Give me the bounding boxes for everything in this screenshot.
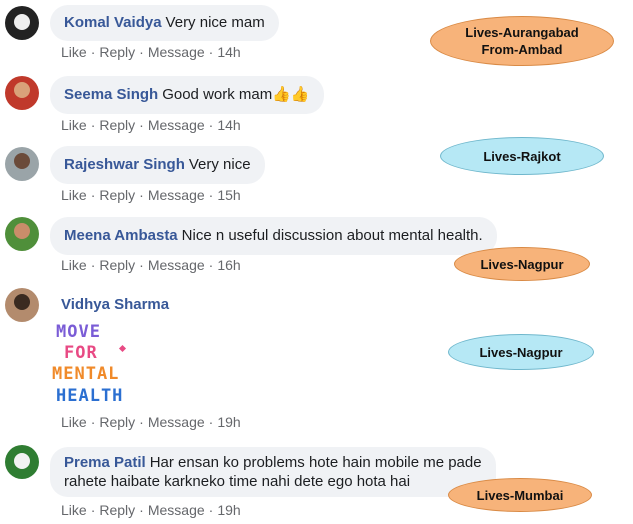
separator: ·	[90, 117, 96, 133]
message-link[interactable]: Message	[148, 187, 205, 203]
comment-text-line-1: Har ensan ko problems hote hain mobile m…	[149, 454, 482, 471]
avatar-meena-ambasta[interactable]	[5, 217, 39, 251]
like-link[interactable]: Like	[61, 187, 87, 203]
message-link[interactable]: Message	[148, 502, 205, 518]
separator: ·	[139, 187, 144, 203]
commenter-name[interactable]: Meena Ambasta	[64, 227, 178, 244]
reply-link[interactable]: Reply	[99, 117, 135, 133]
comment-bubble: Meena Ambasta Nice n useful discussion ab…	[50, 217, 497, 255]
comment-text: Very nice	[188, 156, 251, 173]
separator: ·	[90, 44, 96, 60]
timestamp[interactable]: 14h	[217, 117, 240, 133]
like-link[interactable]: Like	[61, 44, 87, 60]
message-link[interactable]: Message	[148, 44, 205, 60]
comment-bubble: Komal Vaidya Very nice mam	[50, 5, 279, 41]
commenter-name[interactable]: Rajeshwar Singh	[64, 156, 185, 173]
annotation-line-2: From-Ambad	[481, 42, 563, 57]
annotation-text: Lives-Rajkot	[483, 148, 561, 164]
comment-actions: Like · Reply · Message · 14h	[61, 117, 241, 133]
reply-link[interactable]: Reply	[99, 187, 135, 203]
timestamp[interactable]: 19h	[217, 502, 240, 518]
avatar-seema-singh[interactable]	[5, 76, 39, 110]
avatar-rajeshwar-singh[interactable]	[5, 147, 39, 181]
location-annotation-nagpur-2: Lives-Nagpur	[448, 334, 594, 370]
sparkle-icon	[118, 344, 127, 353]
location-annotation-rajkot: Lives-Rajkot	[440, 137, 604, 175]
comment-actions: Like · Reply · Message · 16h	[61, 257, 241, 273]
sticker[interactable]: MOVE FOR MENTAL HEALTH	[52, 322, 140, 410]
comment-text: Very nice mam	[165, 14, 265, 31]
annotation-text: Lives-Mumbai	[476, 487, 564, 503]
avatar-komal-vaidya[interactable]	[5, 6, 39, 40]
reply-link[interactable]: Reply	[99, 257, 135, 273]
commenter-name[interactable]: Vidhya Sharma	[61, 296, 169, 313]
comment-actions: Like · Reply · Message · 14h	[61, 44, 241, 60]
separator: ·	[208, 44, 214, 60]
like-link[interactable]: Like	[61, 502, 87, 518]
comment-actions: Like · Reply · Message · 19h	[61, 502, 241, 518]
separator: ·	[139, 257, 144, 273]
location-annotation-mumbai: Lives-Mumbai	[448, 478, 592, 512]
like-link[interactable]: Like	[61, 117, 87, 133]
annotation-text: Lives-Nagpur	[479, 344, 563, 360]
comment-text: Good work mam👍👍	[162, 86, 310, 103]
timestamp[interactable]: 16h	[217, 257, 240, 273]
sticker-text-move: MOVE	[56, 322, 101, 342]
separator: ·	[208, 257, 214, 273]
separator: ·	[208, 414, 214, 430]
separator: ·	[208, 502, 214, 518]
comment-actions: Like · Reply · Message · 19h	[61, 414, 241, 430]
separator: ·	[90, 257, 96, 273]
annotation-text: Lives-Nagpur	[480, 256, 564, 272]
separator: ·	[139, 502, 144, 518]
location-annotation-aurangabad: Lives-Aurangabad From-Ambad	[430, 16, 614, 66]
reply-link[interactable]: Reply	[99, 414, 135, 430]
separator: ·	[90, 502, 96, 518]
separator: ·	[90, 414, 96, 430]
message-link[interactable]: Message	[148, 414, 205, 430]
like-link[interactable]: Like	[61, 257, 87, 273]
comment-bubble: Prema Patil Har ensan ko problems hote ha…	[50, 447, 496, 497]
like-link[interactable]: Like	[61, 414, 87, 430]
separator: ·	[139, 44, 144, 60]
commenter-name[interactable]: Prema Patil	[64, 454, 146, 471]
timestamp[interactable]: 15h	[217, 187, 240, 203]
commenter-name[interactable]: Seema Singh	[64, 86, 158, 103]
commenter-name-row: Vidhya Sharma	[50, 293, 184, 317]
timestamp[interactable]: 14h	[217, 44, 240, 60]
comment-actions: Like · Reply · Message · 15h	[61, 187, 241, 203]
separator: ·	[139, 117, 144, 133]
separator: ·	[208, 117, 214, 133]
comment-text-line-2: rahete haibate karkneko time nahi dete e…	[64, 473, 411, 490]
timestamp[interactable]: 19h	[217, 414, 240, 430]
message-link[interactable]: Message	[148, 117, 205, 133]
location-annotation-nagpur-1: Lives-Nagpur	[454, 247, 590, 281]
sticker-text-mental: MENTAL	[52, 364, 120, 384]
comment-bubble: Rajeshwar Singh Very nice	[50, 146, 265, 184]
avatar-vidhya-sharma[interactable]	[5, 288, 39, 322]
annotation-line-1: Lives-Aurangabad	[465, 25, 579, 40]
separator: ·	[90, 187, 96, 203]
commenter-name[interactable]: Komal Vaidya	[64, 14, 162, 31]
avatar-prema-patil[interactable]	[5, 445, 39, 479]
separator: ·	[208, 187, 214, 203]
separator: ·	[139, 414, 144, 430]
sticker-text-health: HEALTH	[56, 386, 124, 406]
comment-text: Nice n useful discussion about mental he…	[181, 227, 483, 244]
sticker-text-for: FOR	[64, 343, 98, 363]
reply-link[interactable]: Reply	[99, 44, 135, 60]
message-link[interactable]: Message	[148, 257, 205, 273]
comment-bubble: Seema Singh Good work mam👍👍	[50, 76, 324, 114]
reply-link[interactable]: Reply	[99, 502, 135, 518]
